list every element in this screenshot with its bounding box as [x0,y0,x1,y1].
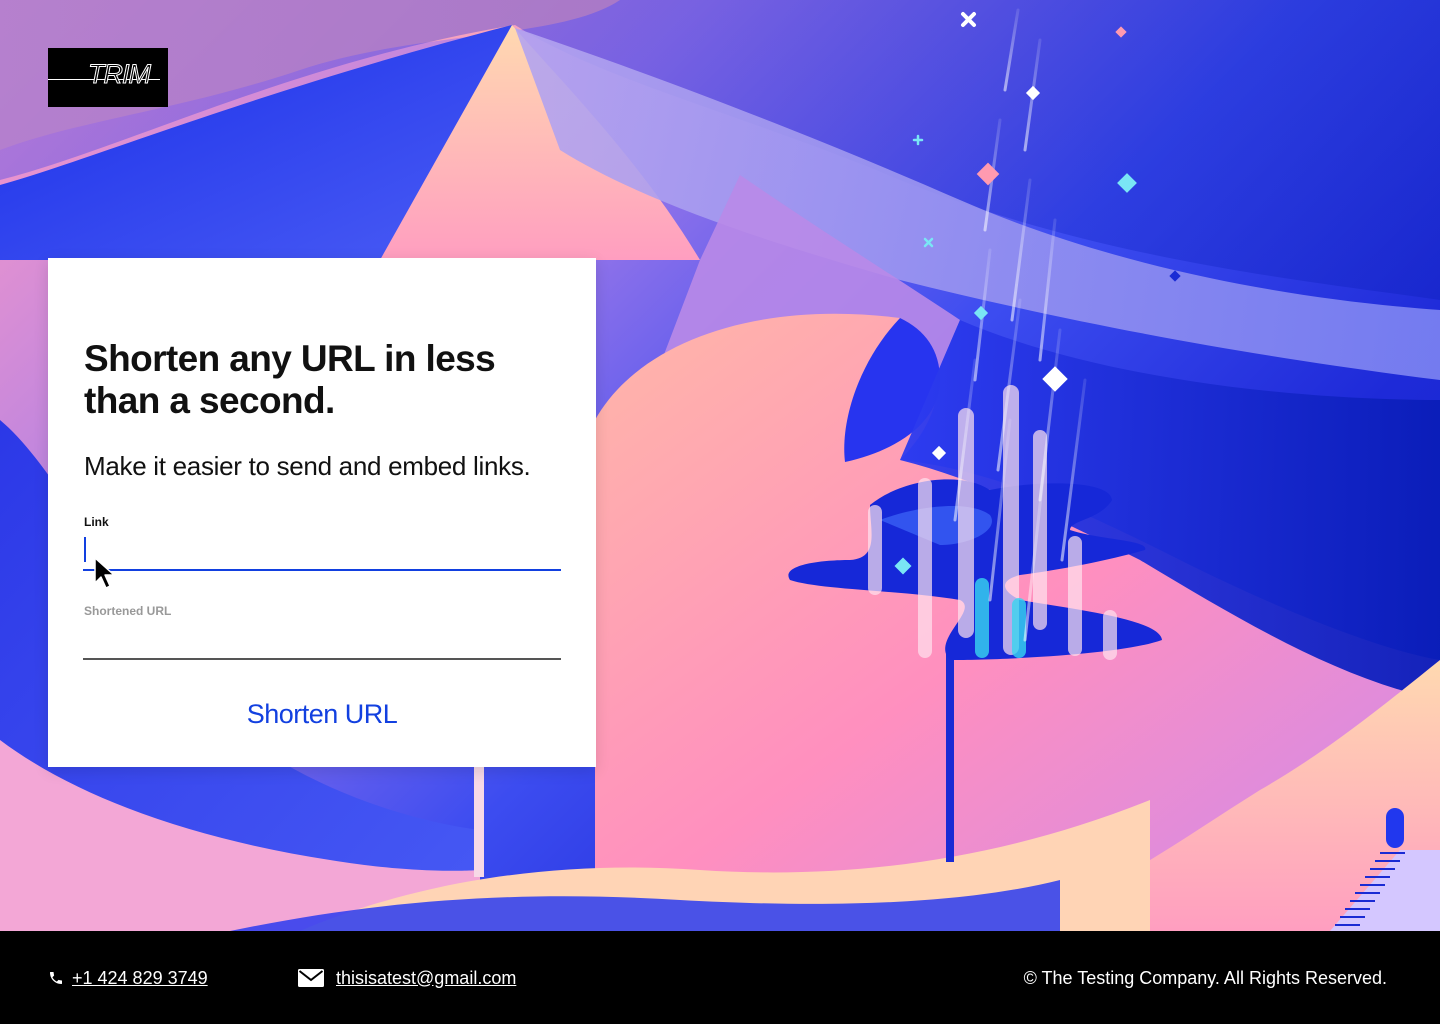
link-input[interactable] [83,537,561,571]
trim-logo[interactable]: TRIM [48,48,168,107]
copyright-text: © The Testing Company. All Rights Reserv… [1023,968,1387,988]
shorten-url-button[interactable]: Shorten URL [84,692,560,736]
link-label: Link [84,515,109,529]
shortened-url-label: Shortened URL [84,604,172,618]
text-caret [84,537,86,562]
shortened-url-field[interactable] [83,626,561,660]
footer-phone: +1 424 829 3749 [48,967,208,989]
page-subheadline: Make it easier to send and embed links. [84,451,531,481]
logo-text: TRIM [88,59,152,89]
mouse-pointer-icon [94,557,115,589]
phone-link[interactable]: +1 424 829 3749 [72,968,208,989]
footer-email: thisisatest@gmail.com [298,967,516,989]
url-shortener-card: Shorten any URL in less than a second. M… [48,258,596,767]
envelope-icon [298,969,324,987]
page-headline: Shorten any URL in less than a second. [84,338,496,421]
page-footer: +1 424 829 3749 thisisatest@gmail.com © … [0,931,1440,1024]
email-link[interactable]: thisisatest@gmail.com [336,968,516,989]
phone-icon [50,972,62,984]
